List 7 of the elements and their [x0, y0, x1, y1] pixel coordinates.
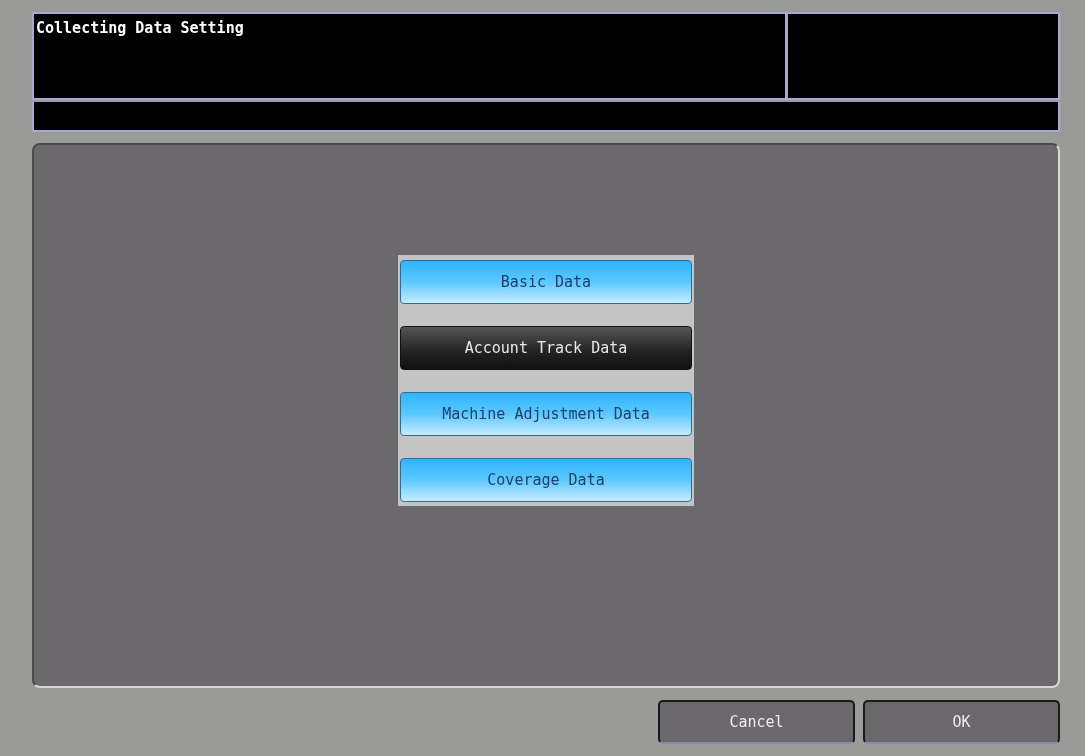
option-button[interactable]: Basic Data [400, 260, 692, 304]
option-button[interactable]: Coverage Data [400, 458, 692, 502]
option-button[interactable]: Machine Adjustment Data [400, 392, 692, 436]
option-button[interactable]: Account Track Data [400, 326, 692, 370]
screen-title: Collecting Data Setting [36, 19, 244, 37]
cancel-button[interactable]: Cancel [658, 700, 855, 744]
ok-button[interactable]: OK [863, 700, 1060, 744]
